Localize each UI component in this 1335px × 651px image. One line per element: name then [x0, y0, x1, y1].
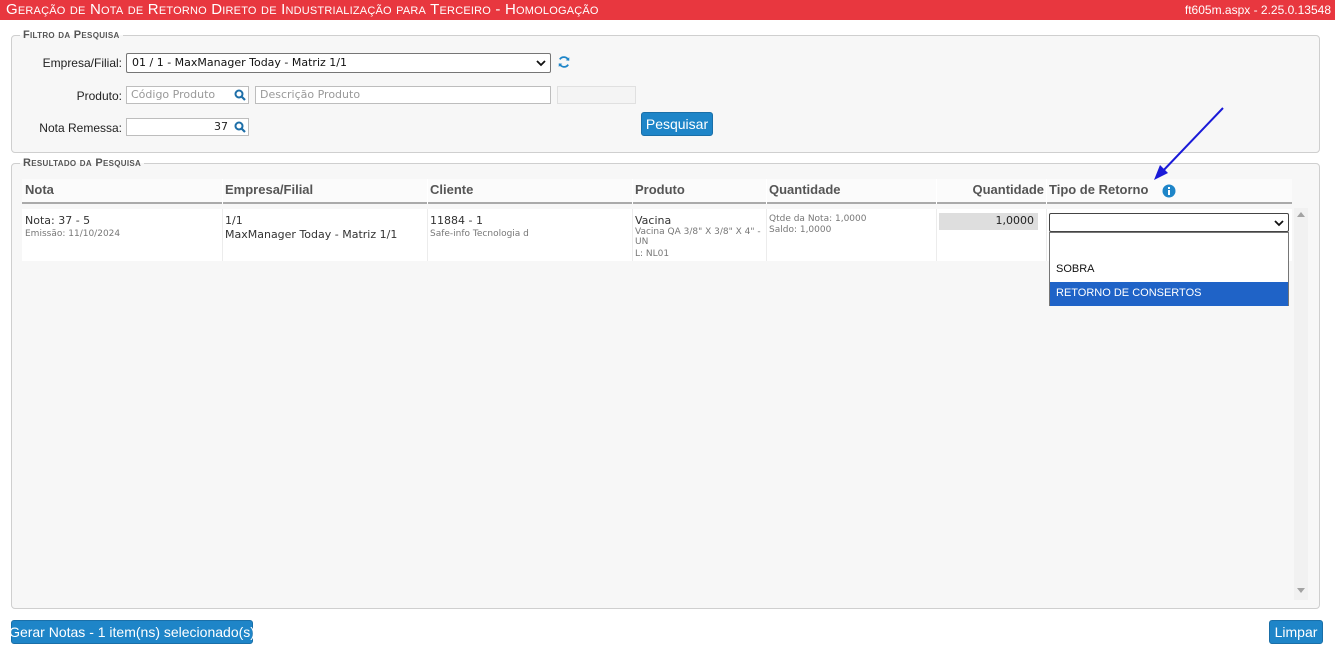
row-qtde-nota: Qtde da Nota: 1,0000: [769, 214, 867, 224]
descricao-produto-input[interactable]: Descrição Produto: [255, 86, 551, 104]
page-title: Geração de Nota de Retorno Direto de Ind…: [6, 1, 599, 18]
row-saldo: Saldo: 1,0000: [769, 225, 832, 235]
row-cliente-name: Safe-info Tecnologia d: [430, 229, 529, 239]
empresa-label: Empresa/Filial:: [42, 56, 122, 70]
dropdown-option-sobra[interactable]: SOBRA: [1050, 258, 1288, 282]
dropdown-option-empty[interactable]: [1050, 233, 1288, 257]
results-legend: Resultado da Pesquisa: [23, 157, 142, 169]
col-tipo-retorno: Tipo de Retorno: [1049, 182, 1149, 197]
row-nota: Nota: 37 - 5: [25, 214, 91, 227]
chevron-down-icon: [536, 60, 546, 67]
results-scrollbar[interactable]: [1294, 208, 1308, 600]
col-nota: Nota: [25, 182, 54, 197]
row-emissao: Emissão: 11/10/2024: [25, 229, 121, 239]
row-empresa-code: 1/1: [225, 214, 243, 227]
version-label: ft605m.aspx - 2.25.0.13548: [1184, 3, 1331, 17]
scroll-down-icon[interactable]: [1297, 588, 1305, 594]
codigo-produto-input[interactable]: Código Produto: [126, 86, 249, 104]
nota-remessa-input[interactable]: 37: [126, 118, 249, 136]
row-produto-lote: L: NL01: [635, 249, 670, 259]
limpar-button[interactable]: Limpar: [1269, 620, 1323, 644]
filter-legend: Filtro da Pesquisa: [23, 29, 120, 41]
search-icon[interactable]: [234, 121, 246, 133]
title-bar: Geração de Nota de Retorno Direto de Ind…: [0, 0, 1335, 20]
tipo-retorno-select[interactable]: [1049, 213, 1289, 232]
col-quantidade: Quantidade: [769, 182, 841, 197]
gerar-notas-button[interactable]: Gerar Notas - 1 item(ns) selecionado(s): [9, 620, 255, 644]
col-produto: Produto: [635, 182, 685, 197]
search-icon[interactable]: [234, 89, 246, 101]
col-quantidade-retorno: Quantidade: [972, 182, 1044, 197]
produto-label: Produto:: [76, 89, 122, 103]
annotation-arrow-icon: [1154, 107, 1224, 180]
refresh-icon[interactable]: [557, 55, 571, 69]
empresa-select[interactable]: 01 / 1 - MaxManager Today - Matriz 1/1: [126, 53, 551, 73]
row-produto-name: Vacina: [635, 214, 672, 227]
col-cliente: Cliente: [430, 182, 474, 197]
info-icon[interactable]: [1162, 184, 1176, 198]
pesquisar-button[interactable]: Pesquisar: [641, 112, 713, 136]
tipo-retorno-dropdown: SOBRA RETORNO DE CONSERTOS: [1049, 232, 1289, 306]
nota-remessa-label: Nota Remessa:: [39, 121, 122, 135]
quantidade-retorno-field: 1,0000: [939, 213, 1038, 230]
scroll-up-icon[interactable]: [1297, 211, 1305, 217]
row-cliente-code: 11884 - 1: [430, 214, 483, 227]
produto-extra-field: [557, 86, 636, 104]
col-empresa: Empresa/Filial: [225, 182, 314, 197]
dropdown-option-retorno-consertos[interactable]: RETORNO DE CONSERTOS: [1050, 282, 1288, 306]
row-empresa-name: MaxManager Today - Matriz 1/1: [225, 228, 398, 241]
chevron-down-icon: [1274, 220, 1284, 227]
row-produto-desc: Vacina QA 3/8" X 3/8" X 4" - UN: [635, 227, 761, 247]
empresa-select-value: 01 / 1 - MaxManager Today - Matriz 1/1: [132, 56, 347, 69]
